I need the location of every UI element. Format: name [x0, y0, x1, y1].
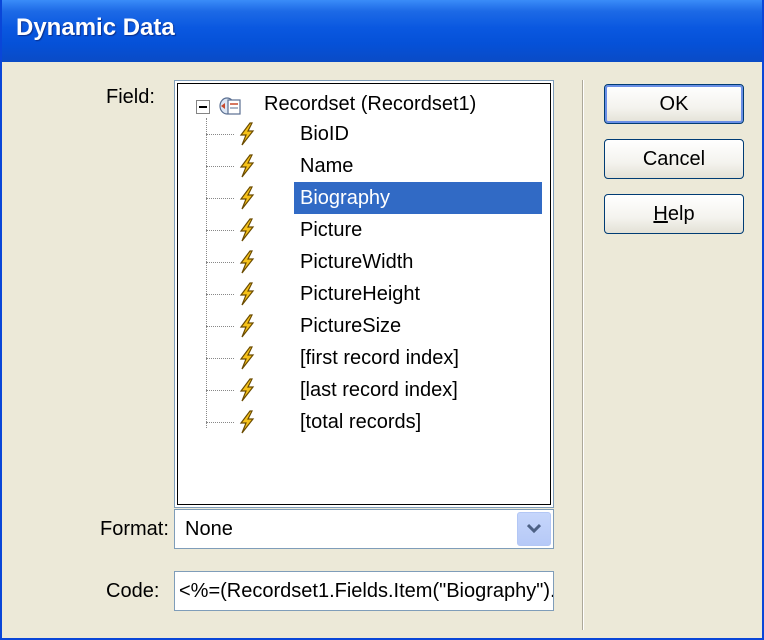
- vertical-separator: [582, 80, 584, 630]
- tree-field-item[interactable]: Biography: [178, 182, 550, 214]
- recordset-label: Recordset (Recordset1): [264, 93, 477, 115]
- format-label: Format:: [100, 518, 169, 540]
- dialog-title: Dynamic Data: [16, 14, 175, 41]
- format-select[interactable]: None: [174, 509, 554, 549]
- lightning-bolt-icon: [239, 378, 255, 402]
- tree-branch-line: [206, 358, 234, 359]
- code-value: <%=(Recordset1.Fields.Item("Biography").…: [179, 580, 553, 602]
- tree-field-label: [first record index]: [300, 347, 459, 369]
- lightning-bolt-icon: [239, 346, 255, 370]
- lightning-bolt-icon: [239, 122, 255, 146]
- tree-field-label: PictureHeight: [300, 283, 421, 305]
- title-bar[interactable]: Dynamic Data: [2, 0, 762, 62]
- tree-branch-line: [206, 166, 234, 167]
- tree-field-item[interactable]: BioID: [178, 118, 550, 150]
- tree-field-label: BioID: [300, 123, 349, 145]
- dynamic-data-dialog: Dynamic Data Field: Recordset (Recordset…: [0, 0, 764, 640]
- lightning-bolt-icon: [239, 282, 255, 306]
- tree-field-label: Biography: [300, 187, 391, 209]
- collapse-icon[interactable]: [196, 100, 210, 114]
- tree-field-item[interactable]: PictureHeight: [178, 278, 550, 310]
- tree-field-label: Name: [300, 155, 354, 177]
- dropdown-button[interactable]: [517, 512, 551, 546]
- tree-field-label: [total records]: [300, 411, 422, 433]
- tree-field-label: PictureSize: [300, 315, 402, 337]
- lightning-bolt-icon: [239, 410, 255, 434]
- help-button-label-rest: elp: [667, 203, 695, 225]
- tree-branch-line: [206, 326, 234, 327]
- tree-branch-line: [206, 230, 234, 231]
- tree-branch-line: [206, 390, 234, 391]
- tree-branch-line: [206, 422, 234, 423]
- tree-field-item[interactable]: PictureSize: [178, 310, 550, 342]
- tree-branch-line: [206, 198, 234, 199]
- tree-focus-border: Recordset (Recordset1) BioID Name Biograph…: [177, 83, 551, 505]
- tree-field-item[interactable]: [total records]: [178, 406, 550, 438]
- tree-field-item[interactable]: PictureWidth: [178, 246, 550, 278]
- lightning-bolt-icon: [239, 250, 255, 274]
- lightning-bolt-icon: [239, 154, 255, 178]
- tree-branch-line: [206, 262, 234, 263]
- lightning-bolt-icon: [239, 314, 255, 338]
- tree-field-item[interactable]: Picture: [178, 214, 550, 246]
- format-value: None: [185, 518, 233, 540]
- lightning-bolt-icon: [239, 218, 255, 242]
- tree-branch-line: [206, 294, 234, 295]
- code-field[interactable]: <%=(Recordset1.Fields.Item("Biography").…: [174, 571, 554, 611]
- tree-field-item[interactable]: [last record index]: [178, 374, 550, 406]
- tree-root-recordset[interactable]: Recordset (Recordset1): [178, 86, 550, 118]
- ok-button[interactable]: OK: [604, 84, 744, 124]
- help-button[interactable]: Help: [604, 194, 744, 234]
- cancel-button[interactable]: Cancel: [604, 139, 744, 179]
- code-label: Code:: [106, 580, 160, 602]
- recordset-icon: [219, 97, 241, 115]
- tree-branch-line: [206, 134, 234, 135]
- field-tree[interactable]: Recordset (Recordset1) BioID Name Biograph…: [174, 80, 554, 508]
- tree-field-label: Picture: [300, 219, 363, 241]
- tree-field-label: [last record index]: [300, 379, 458, 401]
- tree-field-item[interactable]: [first record index]: [178, 342, 550, 374]
- help-mnemonic: H: [653, 203, 668, 225]
- field-label: Field:: [106, 86, 155, 108]
- tree-field-item[interactable]: Name: [178, 150, 550, 182]
- lightning-bolt-icon: [239, 186, 255, 210]
- tree-field-label: PictureWidth: [300, 251, 414, 273]
- chevron-down-icon: [527, 523, 541, 534]
